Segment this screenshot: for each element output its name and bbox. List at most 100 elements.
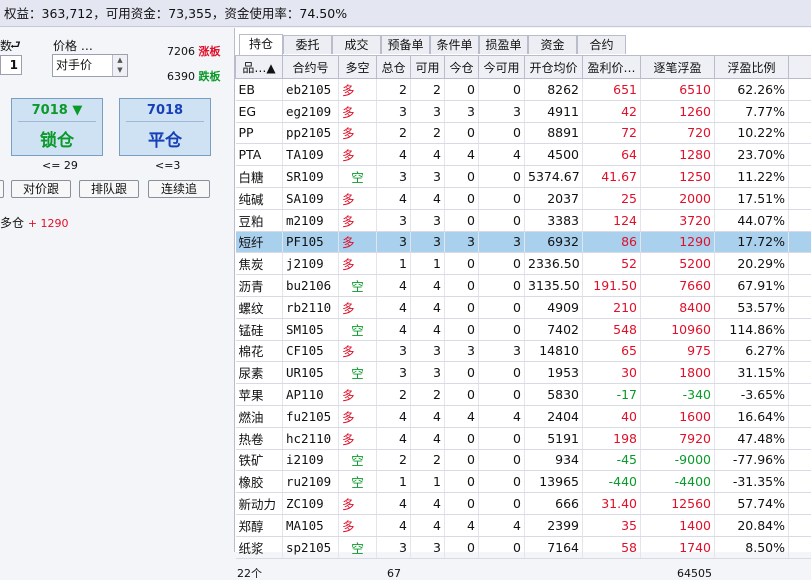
col-direction-header[interactable]: 多空 — [339, 56, 377, 79]
table-row[interactable]: 沥青bu2106空44003135.50191.50766067.91% — [236, 275, 811, 297]
col-direction: 多 — [339, 144, 377, 166]
col-today-available: 4 — [479, 144, 525, 166]
table-row[interactable]: 焦炭j2109多11002336.5052520020.29% — [236, 253, 811, 275]
col-today-available-header[interactable]: 今可用 — [479, 56, 525, 79]
price-type-select[interactable]: 对手价 ▲▼ — [52, 54, 128, 77]
close-label: 平仓 — [120, 126, 210, 151]
col-profit-price: 58 — [583, 536, 641, 558]
col-float-profit: 6510 — [641, 79, 715, 101]
col-profit-price-header[interactable]: 盈利价… — [583, 56, 641, 79]
table-row[interactable]: 棉花CF105多333314810659756.27% — [236, 340, 811, 362]
table-row[interactable]: 白糖SR109空33005374.6741.67125011.22% — [236, 166, 811, 188]
col-product: 尿素 — [236, 362, 283, 384]
col-available-header[interactable]: 可用 — [411, 56, 445, 79]
tab-conditional[interactable]: 条件单 — [430, 35, 479, 54]
col-product: PTA — [236, 144, 283, 166]
col-profit-price: 198 — [583, 427, 641, 449]
price-label[interactable]: 价格 … — [53, 37, 93, 54]
col-today: 3 — [445, 231, 479, 253]
tab-positions[interactable]: 持仓 — [239, 34, 283, 55]
tab-stoploss[interactable]: 损盈单 — [479, 35, 528, 54]
table-row[interactable]: 纯碱SA109多4400203725200017.51% — [236, 187, 811, 209]
table-row[interactable]: EGeg2109多333349114212607.77% — [236, 100, 811, 122]
footer-float-total: 64505 — [677, 568, 712, 580]
col-available: 2 — [411, 384, 445, 406]
col-profit-price: 65 — [583, 340, 641, 362]
table-row[interactable]: 橡胶ru2109空110013965-440-4400-31.35% — [236, 471, 811, 493]
continuous-chase-button[interactable]: 连续追 — [148, 180, 210, 198]
table-row[interactable]: 尿素UR105空3300195330180031.15% — [236, 362, 811, 384]
col-extra — [789, 405, 811, 427]
table-row[interactable]: 豆粕m2109多33003383124372044.07% — [236, 209, 811, 231]
limit-down: 6390 跌板 — [167, 68, 221, 84]
table-row[interactable]: 热卷hc2110多44005191198792047.48% — [236, 427, 811, 449]
col-contract: m2109 — [283, 209, 339, 231]
col-total: 4 — [377, 514, 411, 536]
col-total-header[interactable]: 总仓 — [377, 56, 411, 79]
col-available: 2 — [411, 449, 445, 471]
col-float-profit-header[interactable]: 逐笔浮盈 — [641, 56, 715, 79]
col-float-ratio: 53.57% — [715, 296, 789, 318]
col-available: 2 — [411, 79, 445, 101]
col-direction: 空 — [339, 318, 377, 340]
col-today: 4 — [445, 405, 479, 427]
table-row[interactable]: 燃油fu2105多4444240440160016.64% — [236, 405, 811, 427]
table-row[interactable]: 锰硅SM105空4400740254810960114.86% — [236, 318, 811, 340]
tab-funds[interactable]: 资金 — [528, 35, 577, 54]
col-open-avg: 14810 — [525, 340, 583, 362]
col-float-profit: 720 — [641, 122, 715, 144]
col-open-avg-header[interactable]: 开仓均价 — [525, 56, 583, 79]
col-total: 4 — [377, 296, 411, 318]
col-direction: 多 — [339, 187, 377, 209]
col-float-ratio: 114.86% — [715, 318, 789, 340]
queue-follow-button[interactable]: 排队跟 — [79, 180, 139, 198]
table-row[interactable]: 苹果AP110多22005830-17-340-3.65% — [236, 384, 811, 406]
col-available: 2 — [411, 122, 445, 144]
table-row[interactable]: 铁矿i2109空2200934-45-9000-77.96% — [236, 449, 811, 471]
lock-position-button[interactable]: 7018 ▼ 锁仓 — [11, 98, 103, 156]
quantity-input[interactable]: 1 — [0, 55, 22, 75]
table-row[interactable]: PPpp2105多220088917272010.22% — [236, 122, 811, 144]
col-profit-price: 41.67 — [583, 166, 641, 188]
price-spinner[interactable]: ▲▼ — [112, 55, 127, 76]
opponent-follow-button[interactable]: 对价跟 — [11, 180, 71, 198]
table-row[interactable]: 螺纹rb2110多44004909210840053.57% — [236, 296, 811, 318]
col-today-header[interactable]: 今仓 — [445, 56, 479, 79]
col-open-avg: 5191 — [525, 427, 583, 449]
table-row[interactable]: 纸浆sp2105空330071645817408.50% — [236, 536, 811, 558]
col-float-ratio-header[interactable]: 浮盈比例 — [715, 56, 789, 79]
col-product-header[interactable]: 品…▲ — [236, 56, 283, 79]
col-contract-header[interactable]: 合约号 — [283, 56, 339, 79]
col-available: 1 — [411, 471, 445, 493]
col-contract: fu2105 — [283, 405, 339, 427]
col-product: PP — [236, 122, 283, 144]
col-today-available: 3 — [479, 340, 525, 362]
tab-contracts[interactable]: 合约 — [577, 35, 626, 54]
table-row[interactable]: 短纤PF105多3333693286129017.72% — [236, 231, 811, 253]
col-direction: 多 — [339, 231, 377, 253]
tab-preorders[interactable]: 预备单 — [381, 35, 430, 54]
col-profit-price: 35 — [583, 514, 641, 536]
col-contract: SM105 — [283, 318, 339, 340]
col-today: 0 — [445, 209, 479, 231]
table-row[interactable]: 郑醇MA105多4444239935140020.84% — [236, 514, 811, 536]
close-position-button[interactable]: 7018 平仓 — [119, 98, 211, 156]
col-product: 白糖 — [236, 166, 283, 188]
tab-orders[interactable]: 委托 — [283, 35, 332, 54]
col-total: 2 — [377, 79, 411, 101]
col-total: 3 — [377, 209, 411, 231]
col-today-available: 0 — [479, 122, 525, 144]
col-extra — [789, 187, 811, 209]
col-direction: 空 — [339, 362, 377, 384]
col-today-available: 0 — [479, 209, 525, 231]
table-row[interactable]: 新动力ZC109多440066631.401256057.74% — [236, 493, 811, 515]
footer-total-position: 67 — [387, 568, 401, 580]
tab-trades[interactable]: 成交 — [332, 35, 381, 54]
enter-icon[interactable]: ⮐ — [10, 36, 21, 57]
col-today-available: 0 — [479, 362, 525, 384]
table-row[interactable]: EBeb2105多22008262651651062.26% — [236, 79, 811, 101]
position-summary-label: 多仓 — [0, 216, 24, 230]
col-profit-price: 548 — [583, 318, 641, 340]
partial-button[interactable] — [0, 180, 4, 198]
table-row[interactable]: PTATA109多4444450064128023.70% — [236, 144, 811, 166]
